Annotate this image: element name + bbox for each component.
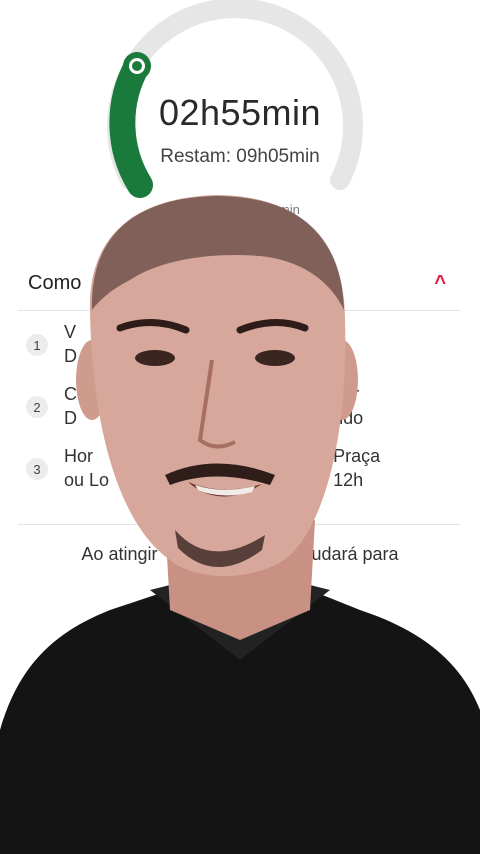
person-eye-left [135,350,175,366]
elapsed-time: 02h55min [158,92,322,133]
remaining-time: Restam: 09h05min [160,146,320,167]
gauge-knob[interactable] [123,52,151,80]
person-eye-right [255,350,295,366]
webcam-person-overlay [0,195,480,854]
